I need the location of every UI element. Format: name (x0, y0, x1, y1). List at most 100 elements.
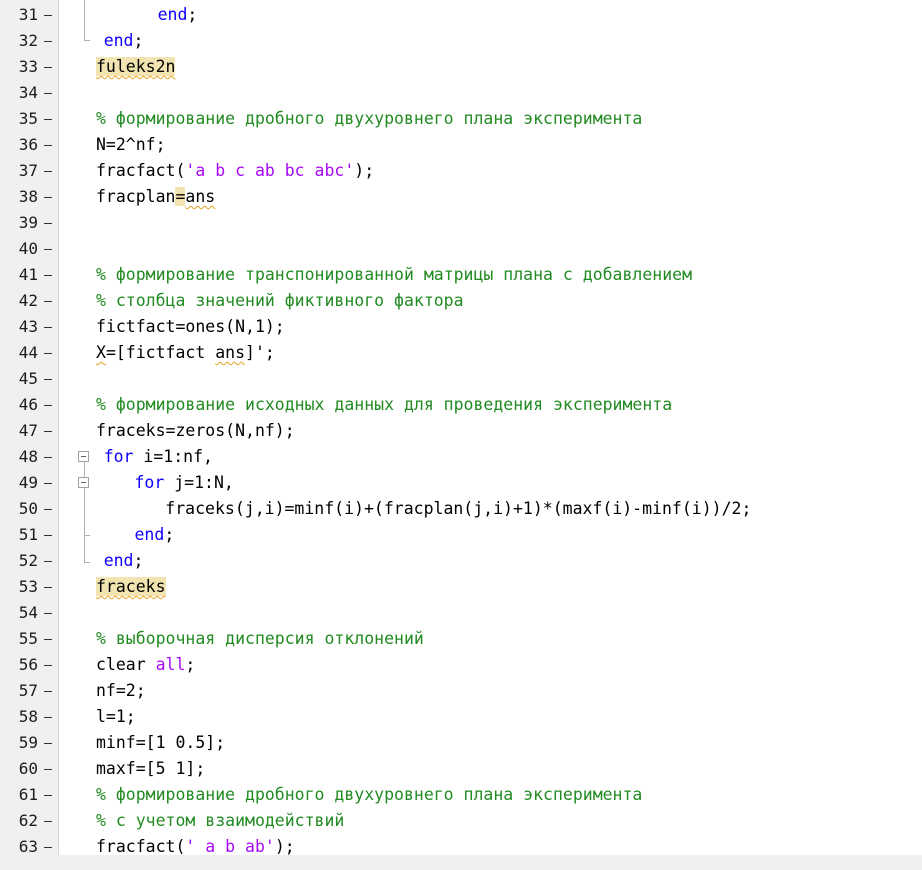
line-number: 52 (18, 551, 38, 570)
code-token: end (134, 525, 165, 544)
code-text[interactable]: end; (104, 551, 144, 571)
fold-toggle-icon[interactable] (78, 451, 89, 462)
line-marker (44, 431, 52, 432)
fold-end-marker (84, 40, 90, 41)
code-line[interactable]: 58 l=1; (0, 704, 922, 730)
code-line[interactable]: 62 % с учетом взаимодействий (0, 808, 922, 834)
line-number: 31 (18, 5, 38, 24)
code-token: all (155, 655, 186, 674)
code-line[interactable]: 34 (0, 80, 922, 106)
code-text[interactable]: end; (135, 525, 175, 545)
code-token: end (157, 5, 188, 24)
fold-toggle-icon[interactable] (78, 477, 89, 488)
line-number: 39 (18, 213, 38, 232)
code-token: ; (185, 655, 196, 674)
line-number: 58 (18, 707, 38, 726)
line-number: 61 (18, 785, 38, 804)
line-marker (44, 223, 52, 224)
line-marker (44, 613, 52, 614)
code-line[interactable]: 61 % формирование дробного двухуровнего п… (0, 782, 922, 808)
code-line[interactable]: 52 end; (0, 548, 922, 574)
fold-guide-line (84, 0, 85, 14)
code-text[interactable]: % с учетом взаимодействий (96, 811, 344, 831)
code-line[interactable]: 33 fuleks2n (0, 54, 922, 80)
code-line[interactable]: 60 maxf=[5 1]; (0, 756, 922, 782)
code-text[interactable]: fracfact('a b c ab bc abc'); (96, 161, 374, 181)
horizontal-scrollbar[interactable] (0, 855, 922, 870)
code-line[interactable]: 59 minf=[1 0.5]; (0, 730, 922, 756)
code-token: fracplan (96, 187, 176, 206)
line-number: 59 (18, 733, 38, 752)
code-token: l=1; (96, 707, 136, 726)
code-text[interactable]: l=1; (96, 707, 136, 727)
code-text[interactable]: % столбца значений фиктивного фактора (96, 291, 464, 311)
code-line[interactable]: 54 (0, 600, 922, 626)
code-text[interactable]: for j=1:N, (135, 473, 234, 493)
code-token: X (96, 343, 106, 362)
code-line[interactable]: 44 X=[fictfact ans]'; (0, 340, 922, 366)
code-text[interactable]: % формирование дробного двухуровнего пла… (96, 109, 642, 129)
code-text[interactable]: minf=[1 0.5]; (96, 733, 225, 753)
line-number: 48 (18, 447, 38, 466)
code-line[interactable]: 46 % формирование исходных данных для про… (0, 392, 922, 418)
code-text[interactable]: % формирование дробного двухуровнего пла… (96, 785, 642, 805)
code-text[interactable]: maxf=[5 1]; (96, 759, 205, 779)
code-text[interactable]: end; (158, 5, 198, 25)
code-token: nf=2; (96, 681, 146, 700)
line-number: 40 (18, 239, 38, 258)
code-line[interactable]: 53 fraceks (0, 574, 922, 600)
code-editor[interactable]: 31 end; 32 end; 33 fuleks2n 34 35 % формирование… (0, 0, 922, 870)
code-line[interactable]: 40 (0, 236, 922, 262)
code-text[interactable]: for i=1:nf, (104, 447, 213, 467)
code-line[interactable]: 35 % формирование дробного двухуровнего п… (0, 106, 922, 132)
code-line[interactable]: 43 fictfact=ones(N,1); (0, 314, 922, 340)
line-number: 60 (18, 759, 38, 778)
code-text[interactable]: fracplan=ans (96, 187, 215, 207)
code-token: clear (96, 655, 156, 674)
code-text[interactable]: nf=2; (96, 681, 146, 701)
code-line[interactable]: 57 nf=2; (0, 678, 922, 704)
code-token: % выборочная дисперсия отклонений (96, 629, 424, 648)
code-text[interactable]: % формирование исходных данных для прове… (96, 395, 672, 415)
code-text[interactable]: % выборочная дисперсия отклонений (96, 629, 424, 649)
code-text[interactable]: end; (104, 31, 144, 51)
code-line[interactable]: 49 for j=1:N, (0, 470, 922, 496)
line-number: 42 (18, 291, 38, 310)
code-line[interactable]: 37 fracfact('a b c ab bc abc'); (0, 158, 922, 184)
code-token: =[fictfact (105, 343, 216, 362)
code-token: end (103, 551, 134, 570)
code-text[interactable]: fraceks=zeros(N,nf); (96, 421, 295, 441)
code-line[interactable]: 41 % формирование транспонированной матри… (0, 262, 922, 288)
code-text[interactable]: N=2^nf; (96, 135, 166, 155)
code-text[interactable]: fraceks(j,i)=minf(i)+(fracplan(j,i)+1)*(… (165, 499, 751, 519)
code-text[interactable]: fictfact=ones(N,1); (96, 317, 285, 337)
line-marker (44, 457, 52, 458)
line-number: 49 (18, 473, 38, 492)
code-text[interactable]: X=[fictfact ans]'; (96, 343, 275, 363)
line-number: 44 (18, 343, 38, 362)
code-line[interactable]: 45 (0, 366, 922, 392)
code-line[interactable]: 31 end; (0, 2, 922, 28)
code-token: fraceks (96, 577, 166, 596)
code-text[interactable]: fraceks (96, 577, 166, 597)
line-marker (44, 275, 52, 276)
code-text[interactable]: fracfact(' a b ab'); (96, 837, 295, 857)
code-text[interactable]: % формирование транспонированной матрицы… (96, 265, 692, 285)
code-line[interactable]: 42 % столбца значений фиктивного фактора (0, 288, 922, 314)
line-marker (44, 119, 52, 120)
code-line[interactable]: 36 N=2^nf; (0, 132, 922, 158)
code-token: % столбца значений фиктивного фактора (96, 291, 464, 310)
code-line[interactable]: 50 fraceks(j,i)=minf(i)+(fracplan(j,i)+1)… (0, 496, 922, 522)
code-line[interactable]: 38 fracplan=ans (0, 184, 922, 210)
code-text[interactable]: fuleks2n (96, 57, 176, 77)
code-line[interactable]: 56 clear all; (0, 652, 922, 678)
code-token: ; (164, 525, 175, 544)
code-text[interactable]: clear all; (96, 655, 195, 675)
code-line[interactable]: 32 end; (0, 28, 922, 54)
code-line[interactable]: 39 (0, 210, 922, 236)
code-line[interactable]: 48 for i=1:nf, (0, 444, 922, 470)
code-line[interactable]: 47 fraceks=zeros(N,nf); (0, 418, 922, 444)
code-line[interactable]: 51 end; (0, 522, 922, 548)
code-token: i=1:nf, (133, 447, 213, 466)
code-line[interactable]: 55 % выборочная дисперсия отклонений (0, 626, 922, 652)
